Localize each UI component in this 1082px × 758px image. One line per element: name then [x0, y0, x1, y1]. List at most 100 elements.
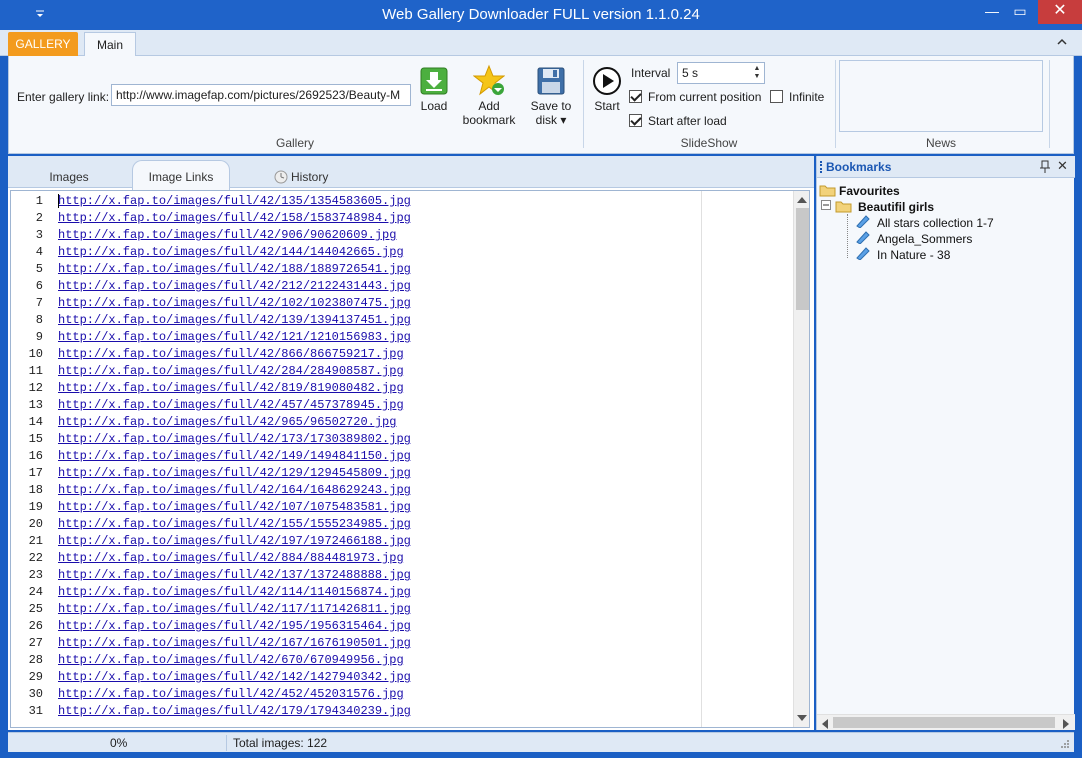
collapse-ribbon-icon[interactable]	[1056, 36, 1068, 48]
status-bar: 0% Total images: 122	[8, 732, 1074, 752]
bookmark-pencil-icon	[856, 247, 870, 260]
line-number: 1	[35, 194, 43, 208]
image-link[interactable]: http://x.fap.to/images/full/42/167/16761…	[58, 636, 411, 650]
scroll-down-icon[interactable]	[797, 715, 807, 721]
status-separator	[226, 735, 227, 751]
from-current-position-label: From current position	[648, 90, 762, 104]
save-to-disk-button[interactable]: Save to disk ▾	[525, 66, 577, 127]
image-link[interactable]: http://x.fap.to/images/full/42/173/17303…	[58, 432, 411, 446]
close-button[interactable]: ✕	[1038, 0, 1082, 24]
start-after-load-checkbox[interactable]	[629, 114, 642, 127]
scroll-right-icon[interactable]	[1063, 719, 1069, 729]
maximize-button[interactable]: ▭	[1006, 0, 1034, 24]
save-label-2: disk ▾	[535, 113, 567, 127]
close-panel-icon[interactable]: ✕	[1057, 158, 1068, 174]
folder-icon	[819, 185, 836, 197]
news-group-caption: News	[925, 136, 956, 150]
line-number: 28	[28, 653, 43, 667]
image-link[interactable]: http://x.fap.to/images/full/42/197/19724…	[58, 534, 411, 548]
image-link[interactable]: http://x.fap.to/images/full/42/121/12101…	[58, 330, 411, 344]
tree-item-bookmark[interactable]: Angela_Sommers	[877, 232, 972, 246]
image-link[interactable]: http://x.fap.to/images/full/42/149/14948…	[58, 449, 411, 463]
ribbon-separator	[1049, 60, 1050, 148]
editor-margin-line	[701, 191, 702, 727]
collapse-node-icon[interactable]	[821, 200, 831, 210]
image-link[interactable]: http://x.fap.to/images/full/42/129/12945…	[58, 466, 411, 480]
bookmarks-title: Bookmarks	[826, 160, 892, 174]
image-link[interactable]: http://x.fap.to/images/full/42/102/10238…	[58, 296, 411, 310]
tab-history-label: History	[291, 170, 329, 184]
image-link[interactable]: http://x.fap.to/images/full/42/457/45737…	[58, 398, 404, 412]
line-number: 22	[28, 551, 43, 565]
image-link[interactable]: http://x.fap.to/images/full/42/142/14279…	[58, 670, 411, 684]
from-current-position-checkbox[interactable]	[629, 90, 642, 103]
image-link[interactable]: http://x.fap.to/images/full/42/866/86675…	[58, 347, 404, 361]
pin-icon[interactable]	[1039, 160, 1051, 174]
line-number: 10	[28, 347, 43, 361]
image-link[interactable]: http://x.fap.to/images/full/42/670/67094…	[58, 653, 404, 667]
image-link[interactable]: http://x.fap.to/images/full/42/819/81908…	[58, 381, 404, 395]
infinite-checkbox[interactable]	[770, 90, 783, 103]
line-number: 3	[35, 228, 43, 242]
minimize-button[interactable]: —	[978, 0, 1006, 24]
add-bookmark-label-2: bookmark	[462, 113, 516, 127]
add-bookmark-button[interactable]: Add bookmark	[459, 64, 519, 127]
image-link[interactable]: http://x.fap.to/images/full/42/906/90620…	[58, 228, 396, 242]
floppy-disk-icon	[537, 67, 565, 95]
line-number: 23	[28, 568, 43, 582]
star-add-icon	[473, 64, 505, 96]
ribbon-panel: Enter gallery link: http://www.imagefap.…	[8, 56, 1074, 154]
image-link[interactable]: http://x.fap.to/images/full/42/117/11714…	[58, 602, 411, 616]
tab-images[interactable]: Images	[38, 166, 100, 188]
interval-spinner[interactable]: 5 s ▲ ▼	[677, 62, 765, 84]
save-label-1: Save to	[530, 99, 572, 113]
total-images: Total images: 122	[233, 736, 328, 750]
image-link[interactable]: http://x.fap.to/images/full/42/144/14404…	[58, 245, 404, 259]
image-link[interactable]: http://x.fap.to/images/full/42/139/13941…	[58, 313, 411, 327]
image-links-editor[interactable]: 1 http://x.fap.to/images/full/42/135/1354…	[10, 190, 810, 728]
tree-item-bookmark[interactable]: In Nature - 38	[877, 248, 950, 262]
image-link[interactable]: http://x.fap.to/images/full/42/135/13545…	[58, 194, 411, 208]
image-link[interactable]: http://x.fap.to/images/full/42/114/11401…	[58, 585, 411, 599]
scroll-up-icon[interactable]	[797, 197, 807, 203]
editor-vertical-scrollbar[interactable]	[793, 191, 809, 727]
image-link[interactable]: http://x.fap.to/images/full/42/164/16486…	[58, 483, 411, 497]
image-link[interactable]: http://x.fap.to/images/full/42/195/19563…	[58, 619, 411, 633]
image-link[interactable]: http://x.fap.to/images/full/42/137/13724…	[58, 568, 411, 582]
ribbon-separator	[835, 60, 836, 148]
line-number: 8	[35, 313, 43, 327]
image-link[interactable]: http://x.fap.to/images/full/42/158/15837…	[58, 211, 411, 225]
tab-main[interactable]: Main	[84, 32, 136, 57]
panel-grip-icon[interactable]	[820, 161, 823, 173]
gallery-link-input[interactable]: http://www.imagefap.com/pictures/2692523…	[111, 84, 411, 106]
start-slideshow-button[interactable]: Start	[591, 66, 623, 113]
tab-image-links[interactable]: Image Links	[132, 160, 230, 190]
image-link[interactable]: http://x.fap.to/images/full/42/188/18897…	[58, 262, 411, 276]
image-link[interactable]: http://x.fap.to/images/full/42/452/45203…	[58, 687, 404, 701]
load-button[interactable]: Load	[417, 66, 451, 113]
start-label: Start	[594, 99, 620, 113]
line-number: 27	[28, 636, 43, 650]
tree-root-favourites[interactable]: Favourites	[839, 184, 900, 198]
tree-item-bookmark[interactable]: All stars collection 1-7	[877, 216, 994, 230]
tree-folder-beautifil-girls[interactable]: Beautifil girls	[858, 200, 934, 214]
scroll-thumb[interactable]	[833, 717, 1055, 728]
image-link[interactable]: http://x.fap.to/images/full/42/965/96502…	[58, 415, 396, 429]
gallery-app-tab[interactable]: GALLERY	[8, 32, 78, 56]
resize-grip-icon[interactable]	[1060, 739, 1070, 749]
image-link[interactable]: http://x.fap.to/images/full/42/179/17943…	[58, 704, 411, 718]
image-link[interactable]: http://x.fap.to/images/full/42/107/10754…	[58, 500, 411, 514]
tab-history[interactable]: History	[264, 166, 338, 188]
image-link[interactable]: http://x.fap.to/images/full/42/155/15552…	[58, 517, 411, 531]
bookmarks-horizontal-scrollbar[interactable]	[817, 714, 1075, 730]
scroll-left-icon[interactable]	[822, 719, 828, 729]
scroll-thumb[interactable]	[796, 208, 809, 310]
line-number: 5	[35, 262, 43, 276]
add-bookmark-label-1: Add	[478, 99, 500, 113]
image-link[interactable]: http://x.fap.to/images/full/42/884/88448…	[58, 551, 404, 565]
spin-arrows-icon[interactable]: ▲ ▼	[752, 65, 762, 81]
image-link[interactable]: http://x.fap.to/images/full/42/212/21224…	[58, 279, 411, 293]
line-number: 31	[28, 704, 43, 718]
image-link[interactable]: http://x.fap.to/images/full/42/284/28490…	[58, 364, 404, 378]
ribbon-separator	[583, 60, 584, 148]
